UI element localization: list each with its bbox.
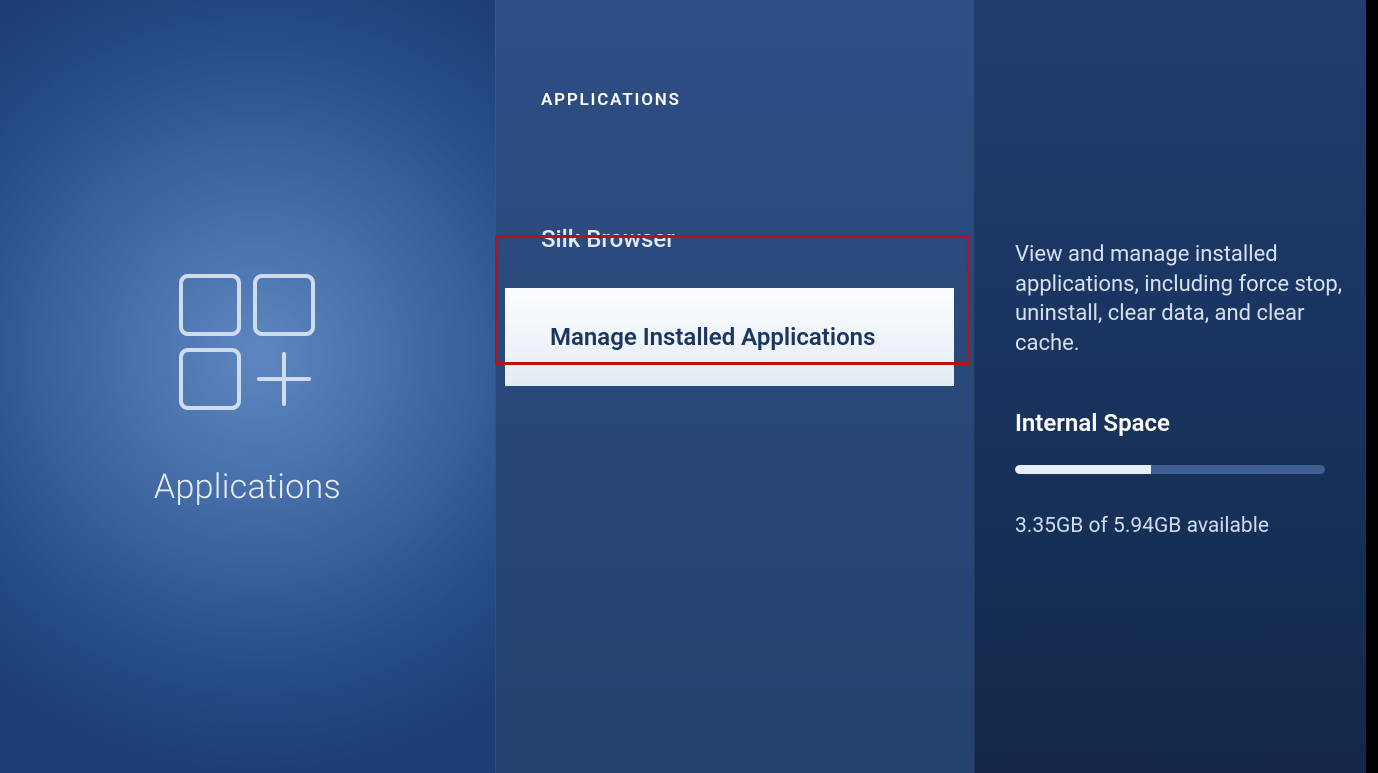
left-panel-label: Applications [154,467,341,507]
menu-item-label: Silk Browser [541,225,675,253]
screen-edge [1366,0,1378,773]
right-panel: View and manage installed applications, … [975,0,1378,773]
storage-bar [1015,465,1325,474]
storage-title: Internal Space [1015,409,1348,437]
menu-item-label: Manage Installed Applications [550,323,875,351]
storage-fill [1015,465,1151,474]
description-text: View and manage installed applications, … [1015,240,1348,359]
left-panel: Applications [0,0,495,773]
applications-icon [175,270,320,419]
section-header: APPLICATIONS [541,90,681,110]
storage-summary: 3.35GB of 5.94GB available [1015,514,1348,538]
middle-panel: APPLICATIONS Silk Browser Manage Install… [495,0,975,773]
left-panel-content: Applications [0,270,495,507]
menu-item-silk-browser[interactable]: Silk Browser [496,190,974,288]
menu-list: Silk Browser Manage Installed Applicatio… [496,190,974,386]
menu-item-manage-installed-applications[interactable]: Manage Installed Applications [505,288,954,386]
